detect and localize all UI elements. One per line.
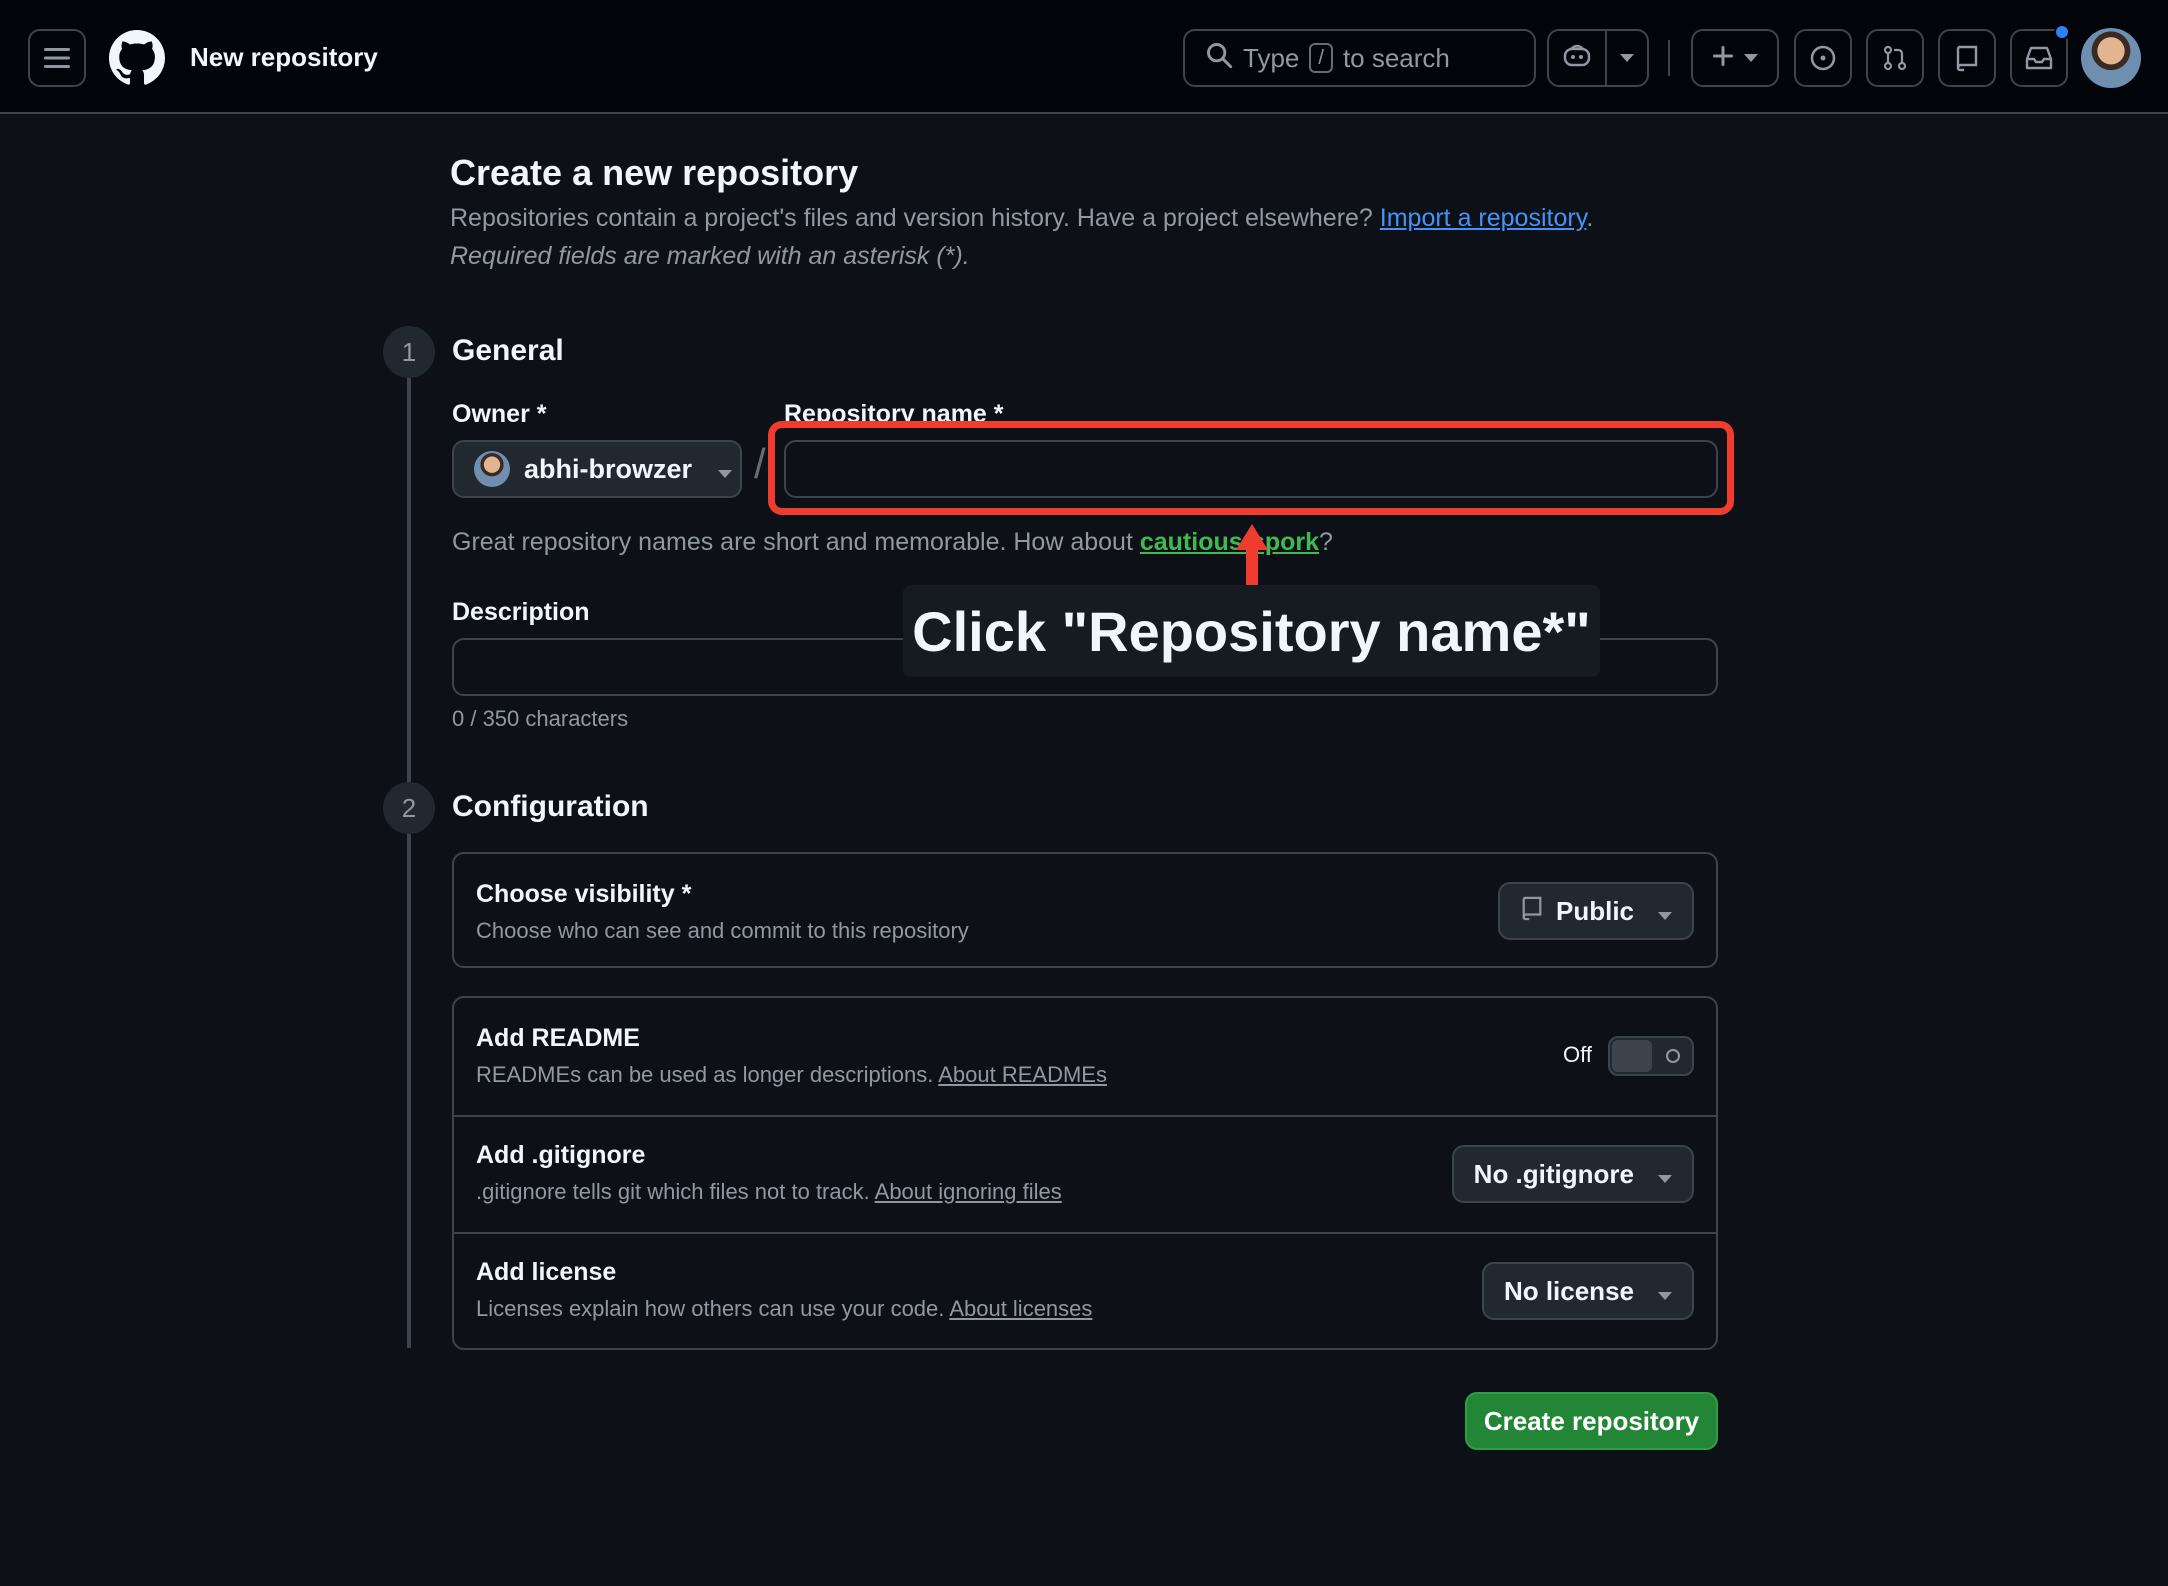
steps-timeline [407, 348, 411, 1348]
create-new-button[interactable] [1693, 31, 1777, 85]
owner-value: abhi-browzer [524, 453, 693, 484]
chevron-down-icon [1744, 49, 1758, 67]
license-select[interactable]: No license [1481, 1262, 1694, 1320]
page-intro: Repositories contain a project's files a… [450, 204, 1593, 233]
license-title: Add license [476, 1258, 617, 1286]
license-desc: Licenses explain how others can use your… [476, 1296, 1093, 1321]
header-title[interactable]: New repository [190, 42, 378, 73]
gitignore-title: Add .gitignore [476, 1141, 646, 1169]
gitignore-select[interactable]: No .gitignore [1451, 1145, 1694, 1203]
gitignore-value: No .gitignore [1473, 1158, 1634, 1189]
about-ignoring-files-link[interactable]: About ignoring files [875, 1179, 1062, 1204]
pull-requests-icon [1881, 44, 1909, 72]
chevron-down-icon [706, 454, 733, 485]
step-2-badge: 2 [383, 782, 435, 834]
visibility-panel: Choose visibility * Choose who can see a… [452, 852, 1718, 968]
visibility-desc: Choose who can see and commit to this re… [476, 918, 969, 943]
description-char-counter: 0 / 350 characters [452, 706, 629, 731]
copilot-icon [1562, 43, 1592, 74]
configuration-heading: Configuration [452, 790, 649, 823]
owner-avatar [474, 451, 510, 487]
global-header: New repository Type / to search [0, 0, 2168, 114]
notification-dot [2054, 24, 2070, 40]
inbox-icon [2024, 45, 2054, 71]
readme-toggle[interactable] [1608, 1036, 1694, 1076]
search-prefix: Type [1243, 42, 1300, 73]
copilot-button[interactable] [1549, 31, 1605, 85]
highlight-box [768, 421, 1734, 515]
search-shortcut-key: / [1309, 43, 1333, 73]
gitignore-desc: .gitignore tells git which files not to … [476, 1179, 1062, 1204]
copilot-menu [1547, 29, 1649, 87]
readme-row: Add README READMEs can be used as longer… [454, 998, 1716, 1115]
visibility-title: Choose visibility * [476, 880, 692, 908]
avatar[interactable] [2081, 28, 2141, 88]
chevron-down-icon [1646, 1159, 1672, 1190]
import-repository-link[interactable]: Import a repository [1380, 204, 1587, 232]
search-icon [1205, 41, 1233, 76]
repositories-button[interactable] [1938, 29, 1996, 87]
name-suggestion-link[interactable]: cautious-spork [1140, 528, 1319, 556]
required-note: Required fields are marked with an aster… [450, 242, 970, 270]
issues-button[interactable] [1794, 29, 1852, 87]
description-label: Description [452, 598, 590, 626]
search-input[interactable]: Type / to search [1183, 29, 1536, 87]
header-divider [1668, 40, 1670, 76]
create-repository-button[interactable]: Create repository [1465, 1392, 1718, 1450]
repo-icon [1520, 894, 1544, 929]
repo-icon [1954, 44, 1980, 72]
copilot-dropdown-button[interactable] [1605, 31, 1647, 85]
chevron-down-icon [1620, 49, 1634, 67]
step-1-badge: 1 [383, 326, 435, 378]
gitignore-row: Add .gitignore .gitignore tells git whic… [454, 1115, 1716, 1232]
repository-name-hint: Great repository names are short and mem… [452, 528, 1333, 557]
owner-select[interactable]: abhi-browzer [452, 440, 742, 498]
owner-repo-separator: / [754, 440, 766, 487]
hint-suffix: ? [1319, 528, 1333, 556]
chevron-down-icon [1646, 1276, 1672, 1307]
page-title: Create a new repository [450, 152, 859, 193]
hamburger-icon [44, 47, 70, 69]
readme-desc: READMEs can be used as longer descriptio… [476, 1062, 1107, 1087]
toggle-off-icon [1666, 1049, 1680, 1063]
instruction-callout: Click "Repository name*" [903, 585, 1600, 677]
search-suffix: to search [1342, 42, 1450, 73]
menu-button[interactable] [28, 29, 86, 87]
chevron-down-icon [1646, 896, 1672, 927]
owner-label: Owner * [452, 400, 547, 428]
intro-end: . [1586, 204, 1594, 232]
pull-requests-button[interactable] [1866, 29, 1924, 87]
general-heading: General [452, 334, 564, 367]
license-value: No license [1503, 1275, 1634, 1306]
visibility-value: Public [1555, 895, 1634, 926]
about-readmes-link[interactable]: About READMEs [938, 1062, 1107, 1087]
create-menu-button[interactable] [1691, 29, 1779, 87]
visibility-select[interactable]: Public [1497, 882, 1694, 940]
hint-prefix: Great repository names are short and mem… [452, 528, 1133, 556]
intro-text: Repositories contain a project's files a… [450, 204, 1373, 232]
options-panel: Add README READMEs can be used as longer… [452, 996, 1718, 1350]
about-licenses-link[interactable]: About licenses [949, 1296, 1092, 1321]
main-content: Create a new repository Repositories con… [0, 116, 2168, 1586]
github-logo-icon[interactable] [109, 30, 165, 86]
license-row: Add license Licenses explain how others … [454, 1232, 1716, 1350]
readme-toggle-state: Off [1563, 1042, 1592, 1067]
issues-icon [1809, 44, 1837, 72]
plus-icon [1712, 45, 1734, 72]
readme-title: Add README [476, 1024, 640, 1052]
toggle-knob [1612, 1040, 1652, 1072]
pointer-arrow-shaft [1246, 546, 1258, 586]
